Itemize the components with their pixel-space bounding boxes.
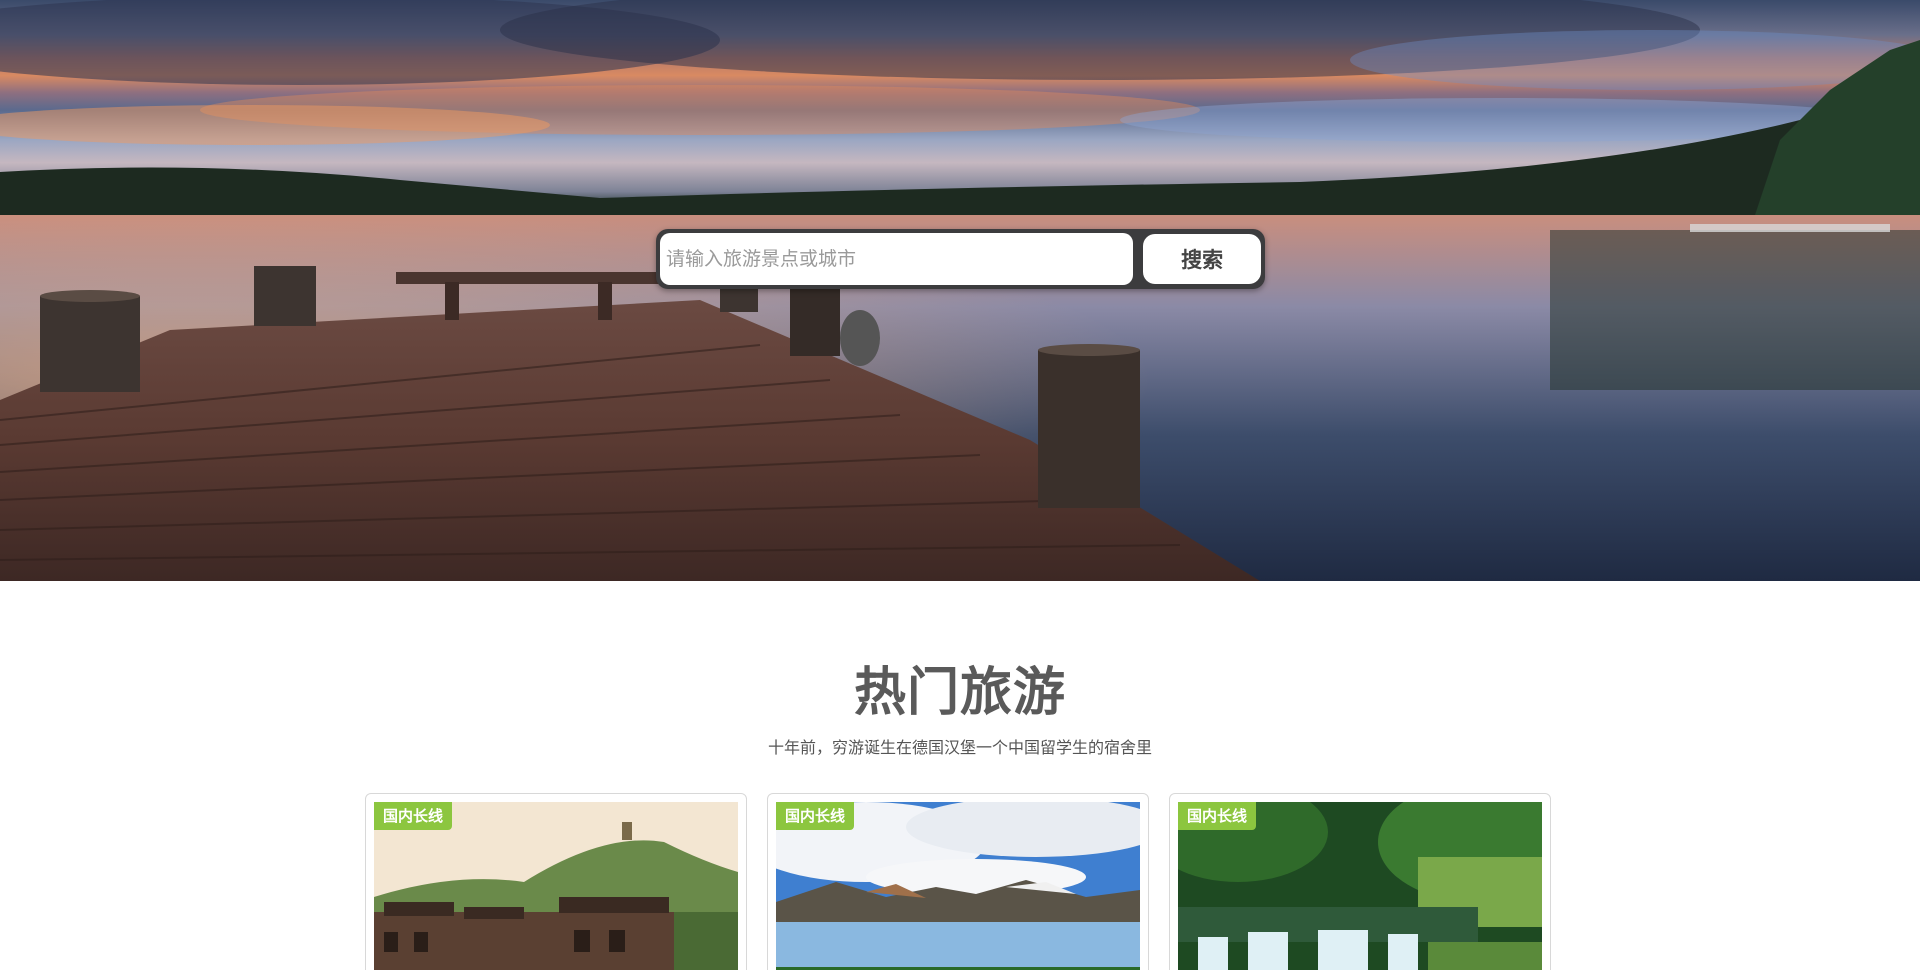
- search-button[interactable]: 搜索: [1143, 234, 1261, 284]
- hero-banner: 搜索: [0, 0, 1920, 581]
- section-title: 热门旅游: [853, 663, 1066, 723]
- search-input[interactable]: [660, 233, 1134, 285]
- search-bar: 搜索: [656, 229, 1265, 289]
- card-badge: 国内长线: [374, 802, 453, 830]
- destination-card[interactable]: 国内长线: [1169, 793, 1551, 970]
- card-badge: 国内长线: [776, 802, 855, 830]
- destination-card[interactable]: 国内长线: [365, 793, 747, 970]
- card-image[interactable]: 国内长线: [1178, 802, 1542, 970]
- hero-lake-dock-image: [0, 0, 1920, 581]
- card-image[interactable]: 国内长线: [374, 802, 738, 970]
- section-subtitle: 十年前，穷游诞生在德国汉堡一个中国留学生的宿舍里: [767, 738, 1152, 757]
- destination-card[interactable]: 国内长线: [767, 793, 1149, 970]
- destination-cards: 国内长线 国内长线 国内长线: [365, 793, 1551, 970]
- card-image[interactable]: 国内长线: [776, 802, 1140, 970]
- card-badge: 国内长线: [1178, 802, 1257, 830]
